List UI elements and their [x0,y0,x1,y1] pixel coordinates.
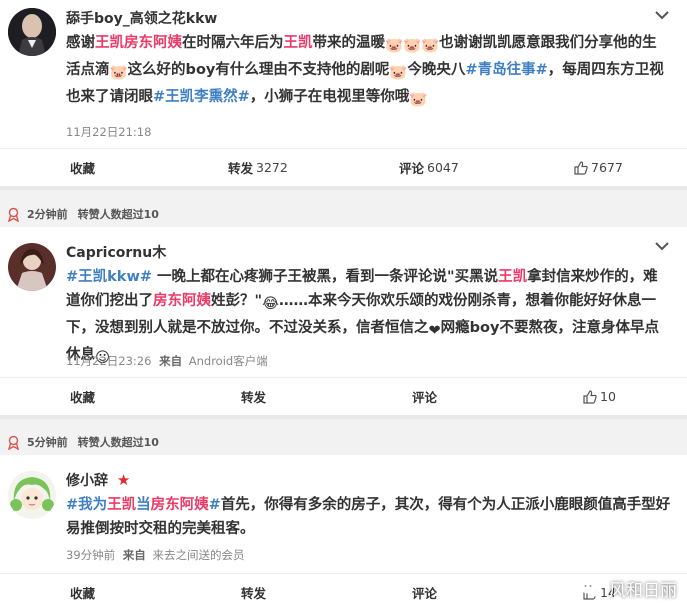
notice-text: 转赞人数超过10 [77,436,159,449]
post-time[interactable]: 11月22日21:18 [66,125,151,139]
comment-label: 评论 [399,161,425,176]
thumbs-up-icon [574,160,588,175]
topic-link[interactable]: kkw# [107,269,152,285]
favorite-button[interactable]: 收藏 [70,583,95,602]
comment-label: 评论 [412,390,438,405]
username-text[interactable]: 修小辞 [66,473,108,489]
ribbon-icon [8,207,19,222]
username[interactable]: Capricornu木 [66,242,166,262]
comment-count: 6047 [427,160,459,175]
emoji-icon: 🐷 [109,65,128,81]
emoji-icon: ❤ [428,323,441,339]
repost-label: 转发 [228,161,254,176]
post-text: 今晚央八 [407,62,466,78]
source-prefix: 来自 [159,354,183,368]
post-notice: 2分钟前 转赞人数超过10 [0,201,687,227]
username: 修小辞 ★ [66,470,130,490]
post-text: 感谢 [66,35,95,51]
keyword-link[interactable]: 房东阿姨 [153,293,211,309]
watermark-text: 风和日丽 [609,581,677,601]
topic-link[interactable]: #我为 [66,497,107,513]
thumbs-up-icon [583,389,597,404]
topic-link[interactable]: #王凯 [66,269,107,285]
star-badge-icon: ★ [116,471,131,489]
post-text: 姓彭？" [211,293,263,309]
watermark: 风和日丽 [579,576,677,601]
emoji-icon: 🐷🐷🐷 [385,38,440,54]
repost-button[interactable]: 转发 3272 [228,158,288,177]
notice-time: 5分钟前 [27,436,68,449]
avatar-image [8,243,56,291]
post-content: 感谢王凯房东阿姨在时隔六年后为王凯带来的温暖🐷🐷🐷也谢谢凯凯愿意跟我们分享他的生… [66,31,671,112]
favorite-button[interactable]: 收藏 [70,387,95,406]
repost-label: 转发 [241,390,267,405]
wechat-icon [580,580,602,596]
notice-text: 转赞人数超过10 [77,208,159,221]
avatar[interactable] [8,243,56,291]
topic-link[interactable]: # [209,497,221,513]
post-source[interactable]: 来去之间送的会员 [152,548,244,562]
notice-time: 2分钟前 [27,208,68,221]
like-count: 7677 [591,160,623,175]
source-prefix: 来自 [122,548,146,562]
post-text: 带来的温暖 [312,35,386,51]
weibo-post-2: Capricornu木 #王凯kkw# 一晚上都在心疼狮子王被黑，看到一条评论说… [0,227,687,415]
like-button[interactable]: 7677 [574,160,623,175]
post-content: #我为王凯当房东阿姨#首先，你得有多余的房子，其次，得有个为人正派小鹿眼颜值高手… [66,493,671,541]
ribbon-icon [8,435,19,450]
comment-button[interactable]: 评论 6047 [399,158,459,177]
post-meta: 39分钟前 来自 来去之间送的会员 [66,547,244,563]
repost-button[interactable]: 转发 [241,387,266,406]
post-time[interactable]: 39分钟前 [66,548,115,562]
topic-link[interactable]: 当 [136,497,151,513]
keyword-link[interactable]: 王凯 [284,35,313,51]
favorite-button[interactable]: 收藏 [70,158,95,177]
action-bar: 收藏 转发 3272 评论 6047 7677 [0,148,687,186]
post-source[interactable]: Android客户端 [189,354,268,368]
username[interactable]: 舔手boy_高领之花kkw [66,8,667,28]
comment-label: 评论 [412,586,438,601]
post-notice: 5分钟前 转赞人数超过10 [0,429,687,455]
divider [0,186,687,190]
keyword-link[interactable]: 房东阿姨 [151,497,209,513]
chevron-down-icon[interactable] [655,10,669,20]
post-text: 一晚上都在心疼狮子王被黑，看到一条评论说"买黑说 [152,269,499,285]
topic-link[interactable]: #王凯李熏然# [153,89,250,105]
repost-count: 3272 [256,160,288,175]
post-meta: 11月22日21:18 [66,124,151,140]
favorite-label: 收藏 [70,161,96,176]
topic-link[interactable]: #青岛往事# [465,62,547,78]
divider [0,415,687,419]
post-text: 在时隔六年后为 [182,35,284,51]
keyword-link[interactable]: 王凯 [107,497,136,513]
action-bar: 收藏 转发 评论 10 [0,377,687,415]
keyword-link[interactable]: 王凯 [498,269,527,285]
post-text: ，小狮子在电视里等你哦 [249,89,410,105]
repost-label: 转发 [241,586,267,601]
post-meta: 11月22日23:26 来自 Android客户端 [66,353,268,369]
post-time[interactable]: 11月22日23:26 [66,354,151,368]
emoji-icon: 🐷 [409,92,428,108]
repost-button[interactable]: 转发 [241,583,266,602]
keyword-link[interactable]: 房东阿姨 [124,35,182,51]
emoji-icon: 🐷 [389,65,408,81]
favorite-label: 收藏 [70,586,96,601]
like-button[interactable]: 10 [583,389,616,404]
comment-button[interactable]: 评论 [412,387,437,406]
comment-button[interactable]: 评论 [412,583,437,602]
post-text: 这么好的boy有什么理由不支持他的剧呢 [127,62,390,78]
avatar-image [8,471,56,519]
keyword-link[interactable]: 王凯 [95,35,124,51]
favorite-label: 收藏 [70,390,96,405]
like-count: 10 [600,389,616,404]
avatar[interactable] [8,471,56,519]
emoji-icon: 😂 [262,296,280,312]
weibo-post-1: 舔手boy_高领之花kkw 感谢王凯房东阿姨在时隔六年后为王凯带来的温暖🐷🐷🐷也… [0,0,687,186]
chevron-down-icon[interactable] [655,241,669,251]
